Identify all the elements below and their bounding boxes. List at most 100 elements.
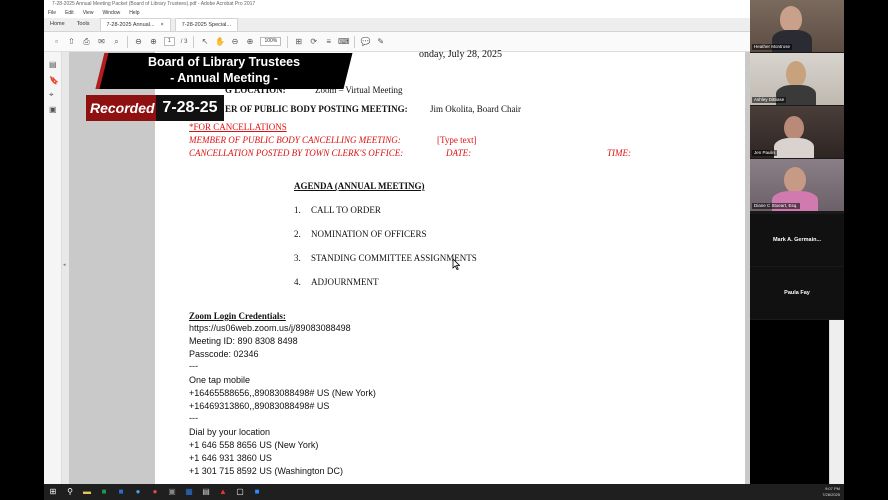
zoom-line: --- <box>189 413 198 423</box>
cancel-time-label: TIME: <box>607 148 631 158</box>
app-icon[interactable]: ▤ <box>201 487 211 497</box>
zoom-out-icon[interactable]: ⊖ <box>230 37 239 46</box>
comment-icon[interactable]: 💬 <box>361 37 371 46</box>
agenda-title: AGENDA (ANNUAL MEETING) <box>294 181 425 191</box>
cancel-date-label: DATE: <box>446 148 472 158</box>
window-title: 7-28-2025 Annual Meeting Packet (Board o… <box>44 0 750 9</box>
toolbar: ▫ ⇧ ⎙ ✉ ⌕ ⊖ ⊕ 1 / 3 ↖ ✋ ⊖ ⊕ 100% ⊞ ⟳ ≡ ⌨… <box>44 32 750 52</box>
menu-bar: File Edit View Window Help <box>44 9 750 18</box>
participant-tile[interactable]: Mark A. Germain... <box>750 214 844 266</box>
divider <box>127 35 128 48</box>
fit-page-icon[interactable]: ⊞ <box>294 37 303 46</box>
chrome-icon[interactable]: ● <box>150 487 160 497</box>
bookmark-icon[interactable]: 🔖 <box>49 76 59 85</box>
participant-face <box>784 116 804 140</box>
cancellations-heading: *FOR CANCELLATIONS <box>189 122 287 132</box>
divider <box>287 35 289 48</box>
tab-home[interactable]: Home <box>44 18 71 31</box>
participant-face <box>786 61 806 87</box>
search-icon[interactable]: ⚲ <box>65 487 75 497</box>
zoom-level-select[interactable]: 100% <box>260 37 282 46</box>
app-icon[interactable]: ▢ <box>235 487 245 497</box>
agenda-item-number: 2. <box>294 229 301 239</box>
posting-label: ER OF PUBLIC BODY POSTING MEETING: <box>225 104 408 114</box>
mouse-cursor-icon <box>452 258 460 270</box>
zoom-line: +16465588656,,89083088498# US (New York) <box>189 388 376 398</box>
cancel-member-value: [Type text] <box>437 135 477 145</box>
upload-icon[interactable]: ⇧ <box>67 37 76 46</box>
page-thumbnails-icon[interactable]: ▤ <box>49 60 57 69</box>
agenda-item-number: 4. <box>294 277 301 287</box>
divider <box>193 35 195 48</box>
scroll-mode-icon[interactable]: ≡ <box>324 37 333 46</box>
zoom-credentials-title: Zoom Login Credentials: <box>189 311 286 321</box>
clock-date: 7/28/2025 <box>822 492 840 497</box>
agenda-item-number: 3. <box>294 253 301 263</box>
tab-doc-annual[interactable]: 7-28-2025 Annual... × <box>99 18 171 31</box>
participant-tile[interactable]: Heather Montrose <box>750 0 844 52</box>
posting-value: Jim Okolita, Board Chair <box>430 104 521 114</box>
menu-edit[interactable]: Edit <box>65 9 74 18</box>
tab-bar: Home Tools 7-28-2025 Annual... × 7-28-202… <box>44 18 750 32</box>
zoom-in-icon[interactable]: ⊕ <box>245 37 254 46</box>
select-tool-icon[interactable]: ↖ <box>200 37 209 46</box>
menu-view[interactable]: View <box>83 9 94 18</box>
zoom-line: +1 646 931 3860 US <box>189 453 272 463</box>
calendar-icon[interactable]: ▦ <box>184 487 194 497</box>
zoom-line: +1 301 715 8592 US (Washington DC) <box>189 466 344 476</box>
hand-tool-icon[interactable]: ✋ <box>215 37 225 46</box>
page-number-input[interactable]: 1 <box>164 37 175 46</box>
participant-name: Paula Fay <box>784 290 810 296</box>
zoom-line: --- <box>189 361 198 371</box>
zoom-line: https://us06web.zoom.us/j/89083088498 <box>189 323 351 333</box>
outlook-icon[interactable]: ● <box>133 487 143 497</box>
acrobat-icon[interactable]: ▲ <box>218 487 228 497</box>
menu-file[interactable]: File <box>48 9 56 18</box>
search-icon[interactable]: ⌕ <box>112 37 121 46</box>
participant-tile[interactable]: Diane C Stoeart, Esq. <box>750 159 844 211</box>
next-page-icon[interactable]: ⊕ <box>149 37 158 46</box>
layers-icon[interactable]: ▣ <box>49 105 57 114</box>
recorded-badge: Recorded <box>86 95 158 121</box>
screen: 7-28-2025 Annual Meeting Packet (Board o… <box>0 0 888 500</box>
print-icon[interactable]: ⎙ <box>82 37 91 46</box>
participant-body <box>774 138 814 158</box>
chevron-left-icon[interactable]: ◂ <box>63 262 66 268</box>
cancel-member-label: MEMBER OF PUBLIC BODY CANCELLING MEETING… <box>189 135 401 145</box>
cancel-posted-label: CANCELLATION POSTED BY TOWN CLERK'S OFFI… <box>189 148 404 158</box>
tab-tools[interactable]: Tools <box>71 18 96 31</box>
menu-help[interactable]: Help <box>129 9 139 18</box>
agenda-item-text: NOMINATION OF OFFICERS <box>311 229 427 239</box>
participant-name: Jen Paulin <box>752 150 778 156</box>
meeting-date-heading: onday, July 28, 2025 <box>419 49 502 60</box>
participant-tile[interactable]: Ashley DiBiase <box>750 53 844 105</box>
word-icon[interactable]: ■ <box>116 487 126 497</box>
agenda-item-number: 1. <box>294 205 301 215</box>
menu-window[interactable]: Window <box>102 9 120 18</box>
zoom-line: +1 646 558 8656 US (New York) <box>189 440 319 450</box>
rotate-icon[interactable]: ⟳ <box>309 37 318 46</box>
mail-icon[interactable]: ✉ <box>97 37 106 46</box>
excel-icon[interactable]: ■ <box>99 487 109 497</box>
zoom-line: Dial by your location <box>189 427 271 437</box>
file-explorer-icon[interactable]: ▬ <box>82 487 92 497</box>
create-icon[interactable]: ▫ <box>52 37 61 46</box>
participant-name: Diane C Stoeart, Esq. <box>752 203 800 209</box>
prev-page-icon[interactable]: ⊖ <box>134 37 143 46</box>
participant-tile[interactable]: Jen Paulin <box>750 106 844 158</box>
app-icon[interactable]: ▣ <box>167 487 177 497</box>
pane-splitter[interactable]: ◂ <box>62 52 69 484</box>
banner-title: Board of Library Trustees <box>147 55 301 69</box>
zoom-icon[interactable]: ■ <box>252 487 262 497</box>
system-clock[interactable]: 9:07 PM 7/28/2025 <box>822 486 840 498</box>
close-icon[interactable]: × <box>161 19 164 31</box>
keyboard-icon[interactable]: ⌨ <box>338 37 350 46</box>
participant-gallery: Heather Montrose Ashley DiBiase Jen Paul… <box>750 0 844 320</box>
attachment-icon[interactable]: ⌖ <box>49 90 57 99</box>
pen-icon[interactable]: ✎ <box>376 37 385 46</box>
participant-tile[interactable]: Paula Fay <box>750 267 844 319</box>
zoom-line: +16469313860,,89083088498# US <box>189 401 330 411</box>
tab-doc-special[interactable]: 7-28-2025 Special... <box>174 18 238 31</box>
windows-start-icon[interactable]: ⊞ <box>48 487 58 497</box>
divider <box>354 35 356 48</box>
